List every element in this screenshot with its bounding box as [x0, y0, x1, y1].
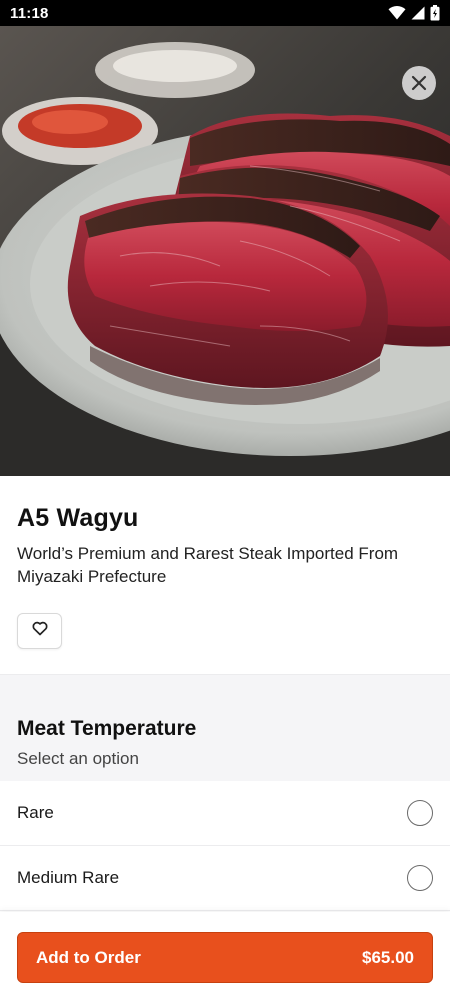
options-title: Meat Temperature [17, 717, 197, 740]
options-header: Meat Temperature Select an option [0, 674, 450, 781]
cellular-signal-icon [411, 6, 425, 20]
option-row-rare[interactable]: Rare [0, 781, 450, 846]
hero-image [0, 26, 450, 476]
option-label: Medium Rare [17, 868, 120, 887]
radio-button[interactable] [407, 865, 433, 891]
battery-icon [430, 5, 440, 21]
heart-outline-icon [32, 621, 48, 641]
favorite-button[interactable] [17, 613, 62, 649]
status-time: 11:18 [10, 4, 49, 22]
order-price: $65.00 [362, 947, 414, 967]
item-details: A5 Wagyu World’s Premium and Rarest Stea… [0, 476, 450, 649]
steak-photo [0, 26, 450, 476]
options-subtitle: Select an option [17, 749, 139, 768]
wifi-icon [388, 6, 406, 20]
add-to-order-button[interactable]: Add to Order $65.00 [17, 932, 433, 983]
close-icon [411, 75, 427, 91]
bottom-bar: Add to Order $65.00 [0, 912, 450, 1000]
item-description: World’s Premium and Rarest Steak Importe… [17, 544, 399, 586]
item-title: A5 Wagyu [17, 504, 139, 532]
option-label: Rare [17, 803, 54, 822]
close-button[interactable] [402, 66, 436, 100]
status-icons [388, 5, 440, 21]
add-to-order-label: Add to Order [36, 947, 141, 967]
radio-button[interactable] [407, 800, 433, 826]
option-row-medium-rare[interactable]: Medium Rare [0, 846, 450, 911]
status-bar: 11:18 [0, 0, 450, 26]
